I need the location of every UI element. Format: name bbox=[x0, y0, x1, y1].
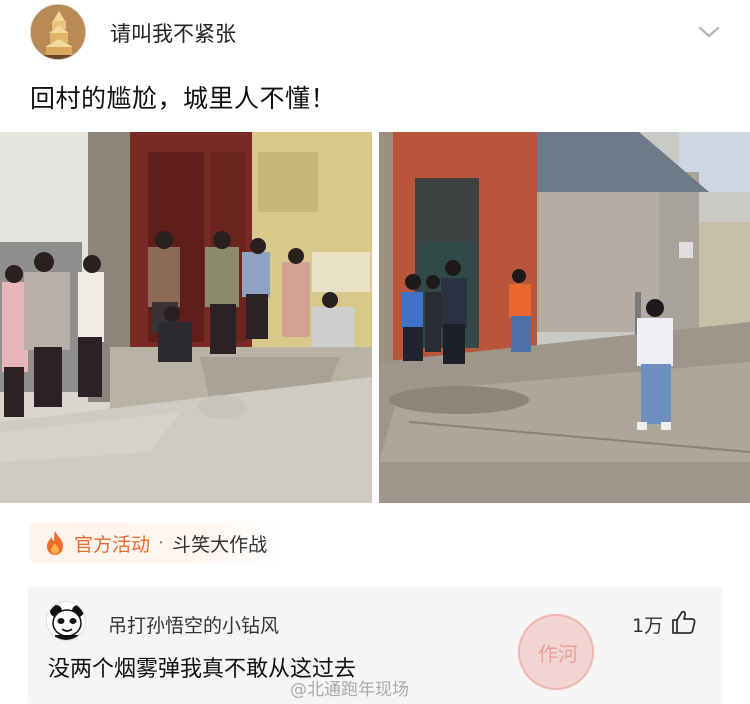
post-text: 回村的尴尬，城里人不懂！ bbox=[30, 84, 337, 113]
official-activity-tag[interactable]: 官方活动 · 斗笑大作战 bbox=[30, 523, 284, 563]
chevron-down-icon[interactable] bbox=[696, 22, 722, 42]
official-activity-label: 官方活动 bbox=[74, 533, 151, 556]
user-avatar[interactable] bbox=[30, 4, 86, 60]
thumbs-up-icon[interactable] bbox=[671, 609, 697, 635]
village-road-girl-photo[interactable] bbox=[379, 132, 750, 503]
comment-avatar[interactable] bbox=[46, 601, 86, 641]
watermark-text: @北通跑年现场 bbox=[290, 680, 409, 700]
hot-comment: 吊打孙悟空的小钻风 1万 没两个烟雾弹我真不敢从这过去 作河 @北通跑年现场 bbox=[28, 587, 722, 704]
comment-username[interactable]: 吊打孙悟空的小钻风 bbox=[108, 611, 279, 638]
village-street-women-photo[interactable] bbox=[0, 132, 372, 503]
flame-icon bbox=[47, 531, 63, 555]
activity-topic[interactable]: 斗笑大作战 bbox=[172, 530, 267, 557]
watermark-stamp-text: 作河 bbox=[538, 642, 578, 666]
post-header: 请叫我不紧张 bbox=[0, 0, 750, 66]
pagoda-avatar-image bbox=[31, 5, 85, 59]
like-count: 1万 bbox=[632, 615, 664, 637]
activity-separator: · bbox=[158, 532, 165, 554]
post-username[interactable]: 请叫我不紧张 bbox=[110, 18, 236, 48]
watermark-stamp: 作河 bbox=[518, 614, 594, 690]
post-images bbox=[0, 132, 750, 503]
panda-avatar-image bbox=[47, 602, 85, 640]
